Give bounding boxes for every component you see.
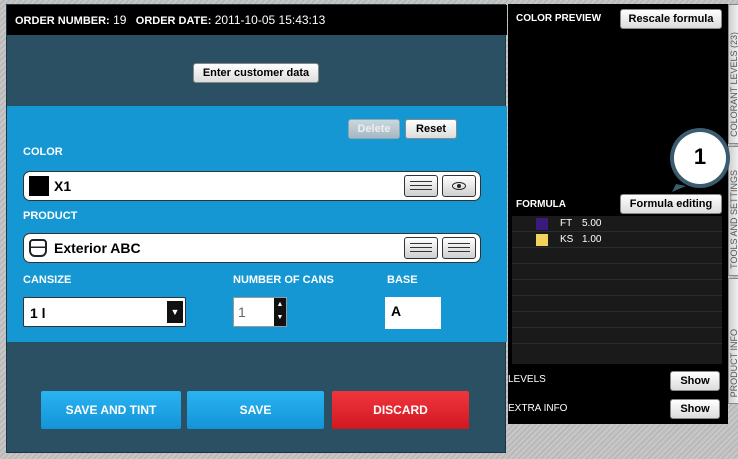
color-label: COLOR [23, 146, 63, 158]
formula-row: FT 5.00 [512, 216, 722, 232]
formula-row [512, 248, 722, 264]
eye-icon [452, 182, 466, 190]
color-preview-button[interactable] [442, 175, 476, 197]
preview-panel: COLOR PREVIEW Rescale formula FORMULA Fo… [508, 4, 728, 424]
formula-list: FT 5.00 KS 1.00 [512, 216, 722, 364]
base-value: A [385, 297, 441, 329]
formula-row [512, 296, 722, 312]
colorant-amount: 1.00 [582, 234, 602, 245]
colorant-name: FT [560, 218, 573, 229]
number-of-cans-value: 1 [238, 304, 246, 320]
formula-row [512, 312, 722, 328]
discard-button[interactable]: DISCARD [332, 391, 469, 429]
colorant-amount: 5.00 [582, 218, 602, 229]
tab-product-info-label: PRODUCT INFO [729, 328, 738, 397]
reset-button[interactable]: Reset [405, 119, 457, 139]
tab-colorant-levels[interactable]: COLORANT LEVELS (23) [728, 4, 738, 144]
levels-label: LEVELS [508, 374, 546, 385]
formula-label: FORMULA [516, 199, 566, 210]
color-swatch [29, 176, 49, 196]
enter-customer-data-button[interactable]: Enter customer data [193, 63, 319, 83]
extra-info-show-button[interactable]: Show [670, 399, 720, 419]
color-value: X1 [54, 178, 72, 194]
cansize-label: CANSIZE [23, 274, 72, 286]
chevron-down-icon: ▼ [167, 301, 183, 323]
order-panel: ORDER NUMBER: 19 ORDER DATE: 2011-10-05 … [6, 4, 507, 453]
formula-editing-button[interactable]: Formula editing [620, 194, 722, 214]
product-list-button[interactable] [404, 237, 438, 259]
order-header: ORDER NUMBER: 19 ORDER DATE: 2011-10-05 … [7, 5, 507, 35]
side-tabs: COLORANT LEVELS (23) TOOLS AND SETTINGS … [728, 4, 738, 404]
color-preview-label: COLOR PREVIEW [516, 13, 602, 24]
paint-can-icon [29, 239, 47, 257]
extra-info-label: EXTRA INFO [508, 403, 568, 414]
levels-show-button[interactable]: Show [670, 371, 720, 391]
number-of-cans-stepper[interactable]: 1 ▲ ▼ [233, 297, 287, 327]
step-callout: 1 [662, 124, 734, 196]
rescale-formula-button[interactable]: Rescale formula [620, 9, 722, 29]
formula-row [512, 280, 722, 296]
product-label: PRODUCT [23, 210, 78, 222]
order-number-label: ORDER NUMBER: [15, 15, 110, 27]
product-value: Exterior ABC [54, 240, 141, 256]
base-label: BASE [387, 274, 418, 286]
callout-number: 1 [693, 144, 707, 169]
order-number-value: 19 [113, 13, 127, 27]
order-date-label: ORDER DATE: [135, 15, 212, 27]
colorant-name: KS [560, 234, 574, 245]
cansize-select[interactable]: 1 l ▼ [23, 297, 186, 327]
save-and-tint-button[interactable]: SAVE AND TINT [41, 391, 181, 429]
number-of-cans-label: NUMBER OF CANS [233, 274, 334, 286]
formula-row: KS 1.00 [512, 232, 722, 248]
save-button[interactable]: SAVE [187, 391, 324, 429]
detail-list-icon [448, 242, 470, 254]
colorant-swatch [536, 218, 548, 230]
stepper-arrows-icon[interactable]: ▲ ▼ [274, 298, 286, 326]
color-field[interactable]: X1 [23, 171, 481, 201]
delete-button[interactable]: Delete [348, 119, 400, 139]
tab-product-info[interactable]: PRODUCT INFO [728, 278, 738, 404]
list-icon [410, 180, 432, 192]
colorant-swatch [536, 234, 548, 246]
formula-row [512, 328, 722, 344]
formula-row [512, 264, 722, 280]
order-date-value: 2011-10-05 15:43:13 [214, 13, 326, 27]
color-list-button[interactable] [404, 175, 438, 197]
tab-colorant-levels-label: COLORANT LEVELS (23) [729, 32, 738, 137]
product-details-button[interactable] [442, 237, 476, 259]
product-field[interactable]: Exterior ABC [23, 233, 481, 263]
list-icon [410, 242, 432, 254]
cansize-value: 1 l [30, 305, 46, 321]
